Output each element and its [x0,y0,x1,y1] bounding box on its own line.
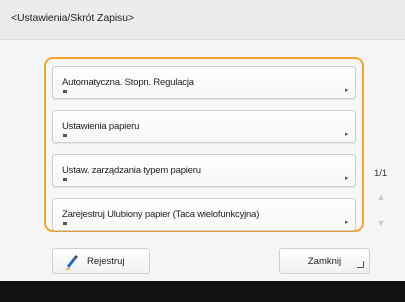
list-item-label: Automatyczna. Stopn. Regulacja [62,77,194,88]
triangle-down-icon: ▼ [376,218,386,228]
list-item-label: Zarejestruj Ulubiony papier (Taca wielof… [62,209,260,220]
item-marker-icon [63,222,67,225]
status-bar [0,281,405,302]
item-marker-icon [63,134,67,137]
list-item-label: Ustawienia papieru [62,121,140,132]
close-button[interactable]: Zamknij [279,248,370,274]
page-indicator: 1/1 [374,168,388,179]
list-item-auto-gradation[interactable]: Automatyczna. Stopn. Regulacja ▸ [52,66,356,99]
corner-return-icon [357,261,364,268]
list-item-paper-settings[interactable]: Ustawienia papieru ▸ [52,110,356,143]
corner-arrow-icon: ▸ [345,219,349,226]
list-item-label: Ustaw. zarządzania typem papieru [62,165,201,176]
settings-screen: <Ustawienia/Skrót Zapisu> Automatyczna. … [0,0,405,302]
register-button[interactable]: Rejestruj [52,248,150,274]
scroll-down-button[interactable]: ▼ [370,214,392,232]
corner-arrow-icon: ▸ [345,175,349,182]
list-item-register-favorite-paper[interactable]: Zarejestruj Ulubiony papier (Taca wielof… [52,198,356,231]
item-marker-icon [63,178,67,181]
title-bar: <Ustawienia/Skrót Zapisu> [0,0,405,40]
triangle-up-icon: ▲ [376,192,386,202]
close-label: Zamknij [307,256,342,267]
corner-arrow-icon: ▸ [345,131,349,138]
register-label: Rejestruj [87,256,125,267]
pen-register-icon [66,255,78,270]
corner-arrow-icon: ▸ [345,87,349,94]
list-item-paper-type-management[interactable]: Ustaw. zarządzania typem papieru ▸ [52,154,356,187]
item-marker-icon [63,90,67,93]
page-title: <Ustawienia/Skrót Zapisu> [11,12,134,24]
scroll-up-button[interactable]: ▲ [370,188,392,206]
